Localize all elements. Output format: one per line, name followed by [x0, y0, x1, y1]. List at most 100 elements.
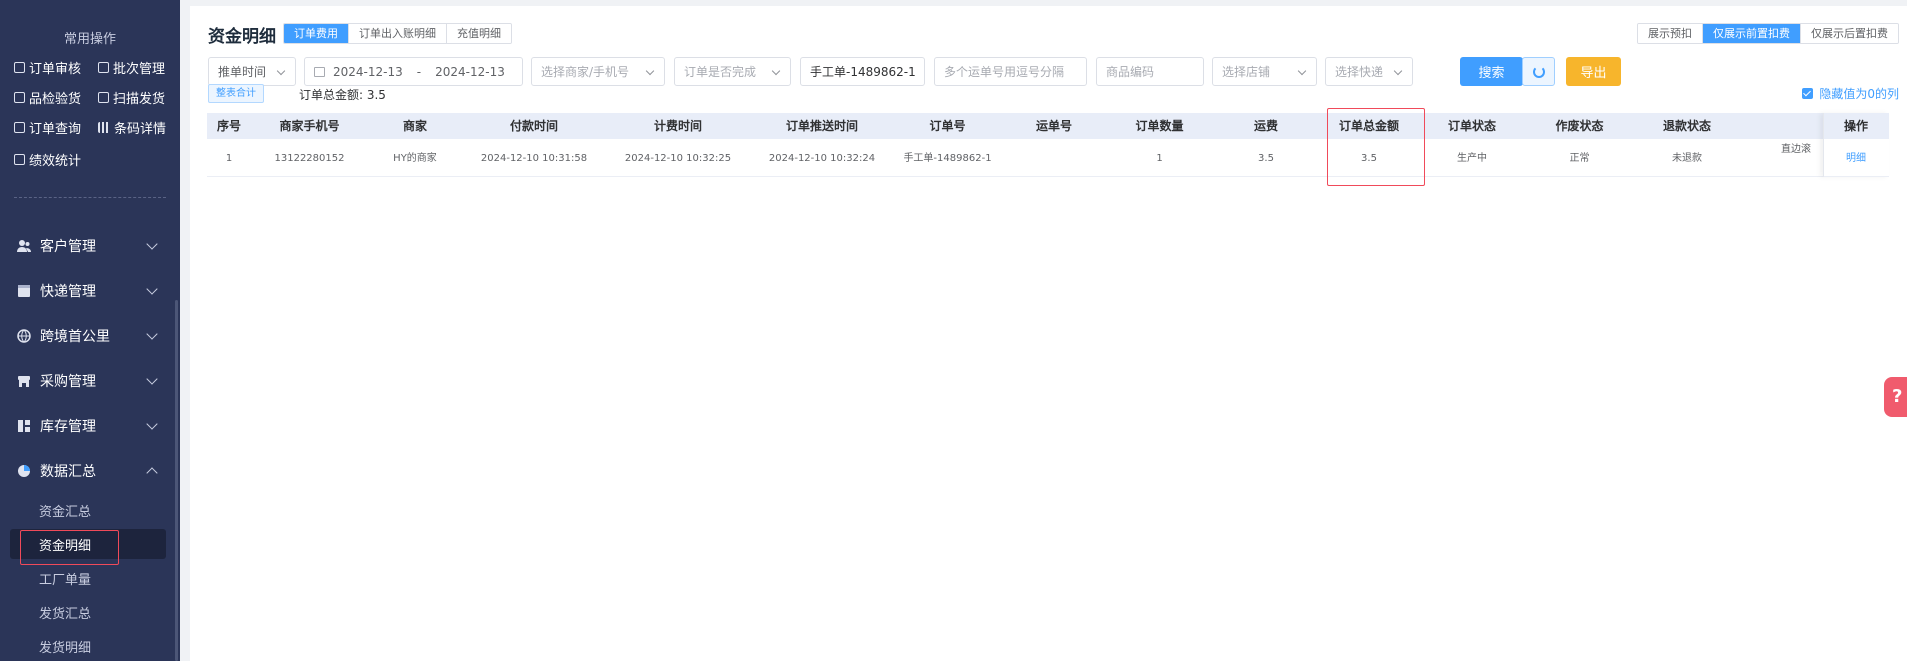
checkbox-icon: [14, 62, 25, 73]
search-button[interactable]: 搜索: [1460, 57, 1523, 86]
col-pay-time: 付款时间: [509, 119, 558, 133]
cell-refund-status: 未退款: [1672, 153, 1702, 164]
submenu-shipping-summary[interactable]: 发货汇总: [0, 597, 180, 627]
barcode-icon: [98, 122, 110, 133]
clipboard-icon: [14, 92, 25, 103]
merchant-placeholder: 选择商家/手机号: [541, 65, 630, 79]
table-total-tag: 整表合计: [208, 84, 264, 103]
order-complete-select[interactable]: 订单是否完成: [674, 57, 791, 86]
warehouse-icon: [18, 420, 30, 432]
tab-recharge-detail[interactable]: 充值明细: [447, 24, 511, 43]
deduction-view-toggle: 展示预扣 仅展示前置扣费 仅展示后置扣费: [1637, 23, 1899, 44]
fee-type-tabs: 订单费用 订单出入账明细 充值明细: [283, 23, 512, 44]
quick-link-label: 品检验货: [29, 92, 82, 107]
cell-freight: 3.5: [1258, 153, 1274, 164]
store-icon: [18, 376, 30, 387]
menu-crossborder-firstmile[interactable]: 跨境首公里: [0, 321, 180, 351]
menu-customer-management[interactable]: 客户管理: [0, 231, 180, 261]
main-panel: 资金明细 订单费用 订单出入账明细 充值明细 展示预扣 仅展示前置扣费 仅展示后…: [190, 6, 1907, 661]
export-button[interactable]: 导出: [1566, 57, 1621, 86]
time-type-select[interactable]: 推单时间: [208, 57, 296, 86]
quick-link-order-query[interactable]: 订单查询: [14, 118, 81, 137]
merchant-select[interactable]: 选择商家/手机号: [531, 57, 665, 86]
chevron-down-icon: [1393, 66, 1403, 76]
express-select[interactable]: 选择快递: [1325, 57, 1413, 86]
submenu-fund-summary[interactable]: 资金汇总: [0, 495, 180, 525]
menu-express-management[interactable]: 快递管理: [0, 276, 180, 306]
sidebar-scrollbar[interactable]: [175, 300, 178, 661]
tab-order-ledger[interactable]: 订单出入账明细: [349, 24, 447, 43]
quick-link-barcode-detail[interactable]: 条码详情: [98, 118, 166, 137]
col-index: 序号: [216, 119, 241, 133]
menu-label: 数据汇总: [40, 464, 96, 480]
quick-link-label: 订单查询: [29, 122, 82, 137]
menu-data-summary[interactable]: 数据汇总: [0, 456, 180, 486]
menu-inventory-management[interactable]: 库存管理: [0, 411, 180, 441]
submenu-label: 发货汇总: [39, 606, 92, 622]
order-number-input[interactable]: 手工单-1489862-1: [800, 57, 925, 86]
quick-link-batch-manage[interactable]: 批次管理: [98, 58, 165, 77]
tab-order-fees[interactable]: 订单费用: [284, 24, 349, 43]
chevron-down-icon: [276, 66, 286, 76]
submenu-factory-volume[interactable]: 工厂单量: [0, 563, 180, 593]
cell-order-no: 手工单-1489862-1: [903, 153, 992, 164]
quick-link-label: 扫描发货: [113, 92, 166, 107]
cell-bill-time: 2024-12-10 10:32:25: [624, 153, 732, 164]
globe-icon: [17, 329, 31, 343]
chevron-down-icon: [146, 283, 158, 295]
menu-label: 快递管理: [40, 284, 96, 300]
date-separator: -: [416, 64, 422, 79]
menu-label: 库存管理: [40, 419, 96, 435]
sidebar: 常用操作 订单审核 批次管理 品检验货 扫描发货 订单查询 条码详情 绩效统计: [0, 0, 180, 661]
col-void-status: 作废状态: [1555, 119, 1604, 133]
fixed-action-column: [1823, 113, 1889, 177]
order-number-value: 手工单-1489862-1: [810, 65, 916, 79]
pie-chart-icon: [18, 465, 30, 477]
menu-purchase-management[interactable]: 采购管理: [0, 366, 180, 396]
submenu-shipping-detail[interactable]: 发货明细: [0, 631, 180, 661]
quick-link-scan-ship[interactable]: 扫描发货: [98, 88, 165, 107]
quick-link-label: 绩效统计: [29, 154, 82, 169]
cell-extra: 直边滚: [1781, 144, 1811, 155]
checkbox-checked-icon: [1802, 88, 1814, 99]
quick-link-label: 条码详情: [114, 122, 167, 137]
cell-phone: 13122280152: [274, 153, 345, 164]
hide-zero-columns-toggle[interactable]: 隐藏值为0的列: [1802, 85, 1899, 102]
quick-link-performance[interactable]: 绩效统计: [14, 150, 81, 169]
common-actions-title: 常用操作: [63, 32, 116, 47]
toggle-show-prededuct[interactable]: 展示预扣: [1638, 24, 1703, 43]
sku-input[interactable]: 商品编码: [1096, 57, 1204, 86]
col-push-time: 订单推送时间: [785, 119, 858, 133]
cell-order-total: 3.5: [1361, 153, 1377, 164]
col-quantity: 订单数量: [1135, 119, 1184, 133]
col-tracking-no: 运单号: [1035, 119, 1072, 133]
refresh-button[interactable]: [1522, 57, 1555, 86]
quick-link-order-review[interactable]: 订单审核: [14, 58, 81, 77]
submenu-label: 工厂单量: [39, 572, 92, 588]
calendar-icon: [314, 66, 325, 77]
submenu-label: 资金汇总: [39, 504, 92, 520]
help-button[interactable]: ?: [1884, 377, 1907, 417]
cell-push-time: 2024-12-10 10:32:24: [768, 153, 876, 164]
cell-order-status: 生产中: [1457, 153, 1487, 164]
col-refund-status: 退款状态: [1662, 119, 1711, 133]
cell-index: 1: [225, 153, 233, 164]
shop-select[interactable]: 选择店铺: [1212, 57, 1317, 86]
table-row: 1 13122280152 HY的商家 2024-12-10 10:31:58 …: [207, 140, 1889, 177]
cell-quantity: 1: [1156, 153, 1163, 164]
toggle-post-charge-only[interactable]: 仅展示后置扣费: [1801, 24, 1898, 43]
page-title: 资金明细: [208, 27, 276, 47]
date-range-picker[interactable]: 2024-12-13 - 2024-12-13: [304, 57, 523, 86]
chevron-down-icon: [146, 418, 158, 430]
date-start: 2024-12-13: [333, 64, 403, 79]
order-complete-placeholder: 订单是否完成: [684, 65, 757, 79]
submenu-label: 资金明细: [39, 538, 92, 554]
chevron-up-icon: [146, 467, 158, 479]
quick-link-quality-check[interactable]: 品检验货: [14, 88, 81, 107]
sidebar-divider: [14, 197, 166, 198]
tracking-number-input[interactable]: 多个运单号用逗号分隔: [934, 57, 1087, 86]
scan-icon: [98, 92, 109, 103]
col-order-total: 订单总金额: [1338, 119, 1399, 133]
submenu-fund-detail[interactable]: 资金明细: [10, 529, 166, 559]
toggle-pre-charge-only[interactable]: 仅展示前置扣费: [1703, 24, 1801, 43]
